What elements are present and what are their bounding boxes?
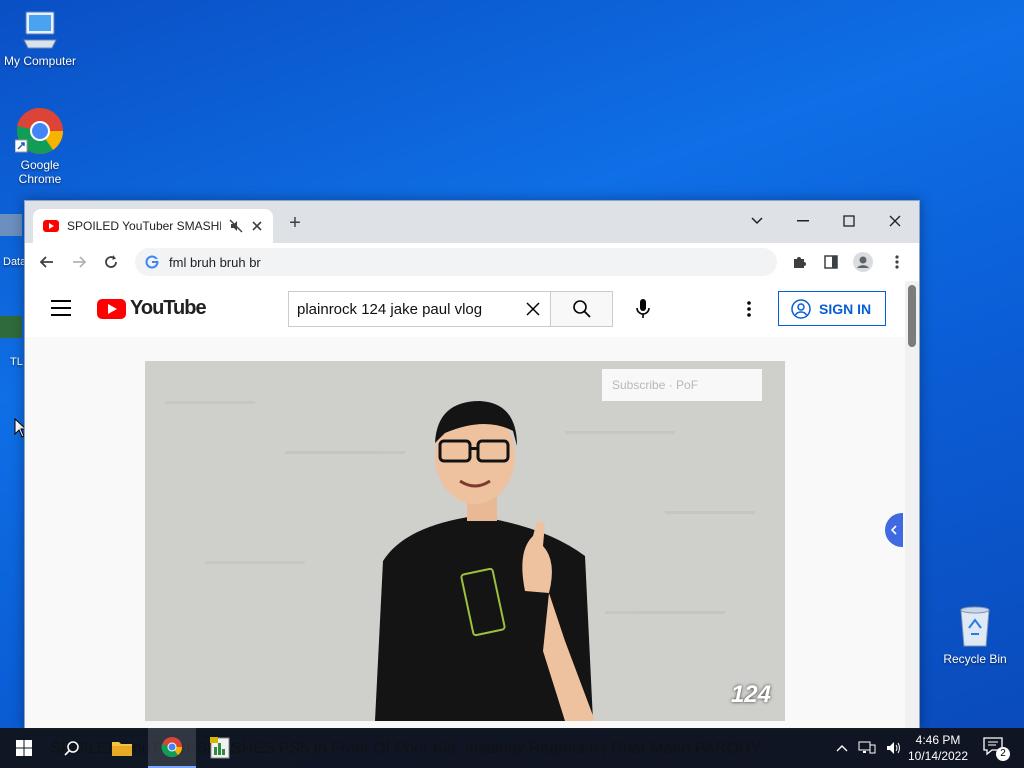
search-icon — [572, 300, 591, 318]
page-scrollbar[interactable] — [905, 281, 919, 729]
network-icon[interactable] — [858, 741, 876, 755]
hamburger-menu-icon[interactable] — [51, 300, 71, 316]
desktop-icon-data[interactable]: Data — [0, 214, 26, 268]
desktop-icon-tl[interactable]: TL — [0, 316, 23, 368]
scrollbar-thumb[interactable] — [908, 285, 916, 347]
desktop-icon-google-chrome[interactable]: Google Chrome — [0, 106, 80, 186]
muted-speaker-icon[interactable] — [229, 219, 243, 233]
reload-icon — [105, 255, 117, 268]
arrow-left-icon — [39, 256, 53, 268]
partial-icon-glyph — [0, 316, 22, 338]
youtube-header: YouTube plainrock 124 jake paul vlog SIG… — [25, 281, 919, 337]
system-tray — [836, 728, 902, 768]
google-g-icon — [145, 255, 159, 269]
clock-date: 10/14/2022 — [907, 749, 969, 763]
profile-button[interactable] — [851, 251, 875, 273]
side-panel-icon — [824, 255, 838, 269]
maximize-button[interactable] — [829, 207, 869, 235]
microphone-icon — [636, 299, 650, 318]
computer-icon — [23, 11, 57, 49]
spreadsheet-icon — [210, 737, 230, 759]
notification-count-badge: 2 — [996, 747, 1010, 761]
youtube-logo-text: YouTube — [130, 297, 207, 319]
desktop-icon-recycle-bin[interactable]: Recycle Bin — [940, 604, 1010, 666]
browser-tab-active[interactable]: SPOILED YouTuber SMASHES — [33, 209, 273, 243]
reload-button[interactable] — [99, 251, 123, 273]
partial-icon-glyph — [0, 214, 22, 236]
desktop-icon-label: Google Chrome — [18, 158, 62, 186]
settings-menu-button[interactable] — [739, 297, 759, 321]
desktop-icon-label: TL — [10, 356, 23, 368]
maximize-icon — [843, 215, 855, 227]
taskbar-chrome[interactable] — [148, 728, 196, 768]
forward-button[interactable] — [67, 251, 91, 273]
video-player[interactable]: Subscribe · PoF 124 — [145, 361, 785, 721]
back-button[interactable] — [35, 251, 59, 273]
tab-search-button[interactable] — [737, 207, 777, 235]
chrome-window: SPOILED YouTuber SMASHES + fml bruh bruh… — [24, 200, 920, 730]
desktop-icon-label: My Computer — [3, 54, 77, 68]
minimize-icon — [797, 220, 809, 222]
voice-search-button[interactable] — [629, 295, 657, 323]
channel-watermark: 124 — [730, 681, 771, 708]
desktop-icon-my-computer[interactable]: My Computer — [0, 10, 80, 68]
address-text: fml bruh bruh br — [169, 254, 261, 270]
youtube-play-icon — [97, 298, 126, 319]
close-window-button[interactable] — [875, 207, 915, 235]
chevron-down-icon — [751, 217, 763, 225]
volume-icon[interactable] — [886, 741, 902, 755]
desktop-icon-label: Recycle Bin — [943, 652, 1007, 666]
youtube-favicon-icon — [43, 220, 59, 232]
tab-title: SPOILED YouTuber SMASHES — [67, 219, 221, 233]
video-frame-person — [145, 361, 785, 721]
side-panel-toggle[interactable] — [885, 513, 903, 547]
chrome-menu-button[interactable] — [885, 251, 909, 273]
search-button[interactable] — [550, 291, 613, 327]
tab-strip: SPOILED YouTuber SMASHES + — [25, 201, 919, 243]
chrome-icon — [15, 107, 64, 154]
clear-search-icon[interactable] — [524, 300, 542, 318]
chevron-up-icon[interactable] — [836, 744, 848, 752]
search-icon — [64, 741, 79, 756]
sign-in-label: SIGN IN — [819, 300, 872, 317]
extensions-button[interactable] — [787, 251, 811, 273]
minimize-button[interactable] — [783, 207, 823, 235]
profile-avatar-icon — [853, 252, 873, 272]
taskbar-search-button[interactable] — [48, 728, 96, 768]
youtube-page: YouTube plainrock 124 jake paul vlog SIG… — [25, 281, 919, 729]
start-button[interactable] — [0, 728, 48, 768]
kebab-menu-icon — [895, 255, 899, 269]
side-panel-button[interactable] — [819, 251, 843, 273]
taskbar-spreadsheet-app[interactable] — [196, 728, 244, 768]
new-tab-button[interactable]: + — [285, 213, 305, 233]
desktop-icon-label: Data — [3, 256, 27, 268]
search-input-value: plainrock 124 jake paul vlog — [297, 300, 483, 318]
taskbar: SPOILED YouTuber SMASHES PS5 In Front Of… — [0, 728, 1024, 768]
action-center-button[interactable]: 2 — [982, 736, 1010, 761]
puzzle-icon — [794, 257, 806, 268]
sign-in-button[interactable]: SIGN IN — [778, 291, 886, 326]
chevron-left-icon — [890, 525, 897, 535]
video-overlay-card[interactable]: Subscribe · PoF — [602, 369, 762, 401]
search-input[interactable]: plainrock 124 jake paul vlog — [288, 291, 550, 327]
system-clock[interactable]: 4:46 PM 10/14/2022 — [906, 732, 970, 764]
windows-logo-icon — [16, 740, 32, 756]
folder-icon — [112, 742, 132, 756]
kebab-menu-icon — [747, 301, 751, 317]
address-bar[interactable]: fml bruh bruh br — [135, 248, 777, 276]
chrome-icon — [161, 737, 182, 758]
youtube-logo[interactable]: YouTube — [97, 297, 207, 320]
arrow-right-icon — [73, 256, 87, 268]
recycle-bin-icon — [960, 606, 990, 647]
close-icon — [889, 215, 901, 227]
taskbar-file-explorer[interactable] — [98, 728, 146, 768]
account-circle-icon — [791, 298, 811, 319]
clock-time: 4:46 PM — [915, 733, 961, 747]
close-tab-icon[interactable] — [251, 220, 263, 232]
browser-toolbar: fml bruh bruh br — [25, 243, 919, 282]
